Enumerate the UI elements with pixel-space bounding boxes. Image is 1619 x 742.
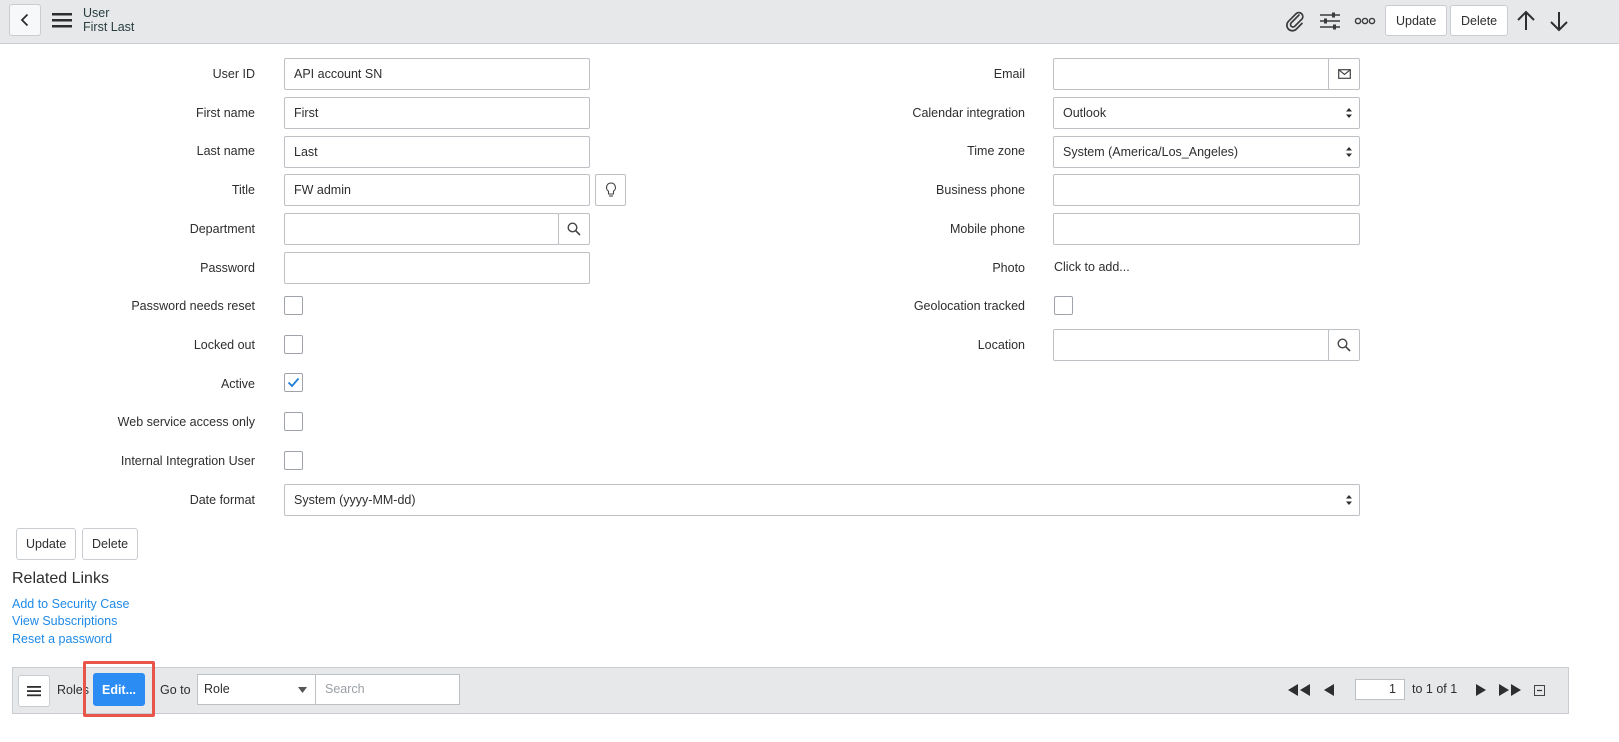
select-arrows-icon bbox=[1346, 495, 1352, 505]
record-name: First Last bbox=[83, 20, 135, 34]
password-input[interactable] bbox=[284, 252, 590, 284]
last-page-icon[interactable] bbox=[1498, 682, 1522, 698]
goto-field-select[interactable]: Role bbox=[197, 674, 316, 705]
suggestion-button[interactable] bbox=[595, 174, 626, 206]
business-phone-input[interactable] bbox=[1053, 174, 1360, 206]
title-label: Title bbox=[231, 183, 255, 197]
reset-password-link[interactable]: Reset a password bbox=[12, 632, 112, 646]
arrow-up-icon[interactable] bbox=[1514, 9, 1538, 33]
calendar-integration-select[interactable]: Outlook bbox=[1053, 97, 1360, 129]
location-label: Location bbox=[977, 338, 1025, 352]
goto-field-value: Role bbox=[204, 682, 230, 696]
geolocation-tracked-checkbox[interactable] bbox=[1054, 296, 1073, 315]
goto-label: Go to bbox=[160, 683, 191, 697]
time-zone-select[interactable]: System (America/Los_Angeles) bbox=[1053, 136, 1360, 168]
checkmark-icon bbox=[287, 377, 300, 388]
locked-out-checkbox[interactable] bbox=[284, 335, 303, 354]
first-name-input[interactable]: First bbox=[284, 97, 590, 129]
chevron-left-icon bbox=[20, 13, 29, 27]
active-checkbox[interactable] bbox=[284, 373, 303, 392]
date-format-select[interactable]: System (yyyy-MM-dd) bbox=[284, 484, 1360, 516]
paperclip-icon[interactable] bbox=[1283, 9, 1307, 33]
user-id-input[interactable]: API account SN bbox=[284, 58, 590, 90]
department-lookup-button[interactable] bbox=[558, 213, 590, 245]
send-email-button[interactable] bbox=[1328, 58, 1360, 90]
magnifier-icon bbox=[567, 222, 581, 236]
department-input[interactable] bbox=[284, 213, 559, 245]
last-name-input[interactable]: Last bbox=[284, 136, 590, 168]
envelope-icon bbox=[1337, 69, 1351, 79]
calendar-integration-label: Calendar integration bbox=[912, 106, 1025, 120]
location-lookup-button[interactable] bbox=[1328, 329, 1360, 361]
web-service-access-only-label: Web service access only bbox=[117, 415, 255, 429]
password-label: Password bbox=[200, 261, 255, 275]
page-count-text: to 1 of 1 bbox=[1412, 682, 1458, 696]
active-label: Active bbox=[220, 377, 255, 391]
view-subscriptions-link[interactable]: View Subscriptions bbox=[12, 614, 117, 628]
time-zone-value: System (America/Los_Angeles) bbox=[1063, 145, 1239, 159]
magnifier-icon bbox=[1337, 338, 1351, 352]
list-context-menu-button[interactable] bbox=[18, 675, 50, 707]
related-links-title: Related Links bbox=[12, 570, 109, 587]
collapse-list-icon[interactable] bbox=[1534, 685, 1545, 696]
title-input[interactable]: FW admin bbox=[284, 174, 590, 206]
record-type: User bbox=[83, 6, 110, 20]
business-phone-label: Business phone bbox=[936, 183, 1025, 197]
internal-integration-user-label: Internal Integration User bbox=[120, 454, 255, 468]
locked-out-label: Locked out bbox=[193, 338, 255, 352]
first-name-label: First name bbox=[195, 106, 255, 120]
email-label: Email bbox=[993, 67, 1025, 81]
geolocation-tracked-label: Geolocation tracked bbox=[913, 299, 1025, 313]
current-page-input[interactable]: 1 bbox=[1355, 679, 1405, 700]
password-needs-reset-label: Password needs reset bbox=[131, 299, 255, 313]
header-update-button[interactable]: Update bbox=[1385, 5, 1448, 36]
user-id-label: User ID bbox=[212, 67, 255, 81]
select-arrows-icon bbox=[1346, 108, 1352, 118]
mobile-phone-label: Mobile phone bbox=[949, 222, 1025, 236]
back-button[interactable] bbox=[9, 4, 41, 36]
arrow-down-icon[interactable] bbox=[1547, 9, 1571, 33]
email-input[interactable] bbox=[1053, 58, 1330, 90]
internal-integration-user-checkbox[interactable] bbox=[284, 451, 303, 470]
dropdown-arrow-icon bbox=[298, 687, 307, 693]
first-page-icon[interactable] bbox=[1287, 682, 1311, 698]
select-arrows-icon bbox=[1346, 147, 1352, 157]
add-to-security-case-link[interactable]: Add to Security Case bbox=[12, 597, 129, 611]
password-needs-reset-checkbox[interactable] bbox=[284, 296, 303, 315]
location-input[interactable] bbox=[1053, 329, 1330, 361]
mobile-phone-input[interactable] bbox=[1053, 213, 1360, 245]
lightbulb-icon bbox=[605, 182, 616, 197]
header-delete-button[interactable]: Delete bbox=[1450, 5, 1509, 36]
date-format-label: Date format bbox=[189, 493, 255, 507]
delete-button[interactable]: Delete bbox=[82, 528, 139, 560]
record-title: User First Last bbox=[83, 6, 134, 34]
time-zone-label: Time zone bbox=[967, 144, 1025, 158]
previous-page-icon[interactable] bbox=[1323, 682, 1335, 698]
web-service-access-only-checkbox[interactable] bbox=[284, 412, 303, 431]
last-name-label: Last name bbox=[196, 144, 255, 158]
sliders-icon[interactable] bbox=[1318, 9, 1342, 33]
photo-add-link[interactable]: Click to add... bbox=[1054, 260, 1130, 274]
update-button[interactable]: Update bbox=[16, 528, 77, 560]
more-options-icon[interactable] bbox=[1353, 9, 1377, 33]
photo-label: Photo bbox=[992, 261, 1025, 275]
calendar-integration-value: Outlook bbox=[1063, 106, 1107, 120]
date-format-value: System (yyyy-MM-dd) bbox=[294, 493, 416, 507]
edit-roles-button[interactable]: Edit... bbox=[93, 673, 145, 706]
department-label: Department bbox=[189, 222, 255, 236]
list-search-input[interactable]: Search bbox=[315, 674, 460, 705]
next-page-icon[interactable] bbox=[1475, 682, 1487, 698]
hamburger-icon bbox=[27, 686, 41, 697]
hamburger-icon[interactable] bbox=[52, 11, 72, 29]
